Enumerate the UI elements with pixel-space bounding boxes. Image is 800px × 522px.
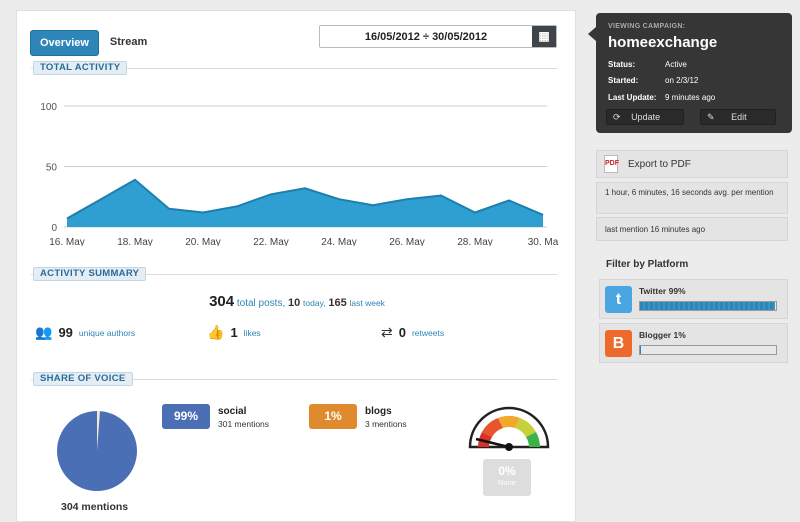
- avg-mention-time: 1 hour, 6 minutes, 16 seconds avg. per m…: [596, 182, 788, 214]
- date-range-picker[interactable]: 16/05/2012 ÷ 30/05/2012 ▦: [319, 25, 557, 48]
- authors-count: 99: [58, 325, 73, 340]
- refresh-icon: ⟳: [613, 112, 621, 122]
- activity-area: [67, 179, 543, 227]
- twitter-label: Twitter 99%: [639, 286, 686, 296]
- likes-count: 1: [230, 325, 238, 340]
- retweet-icon: ⇄: [381, 324, 393, 340]
- posts-summary: 304 total posts, 10 today, 165 last week: [17, 293, 577, 310]
- y-tick-label: 50: [46, 163, 58, 174]
- today-count: 10: [288, 297, 301, 309]
- campaign-name: homeexchange: [608, 34, 718, 51]
- social-pct-badge: 99%: [162, 404, 210, 429]
- blogs-label: blogs: [365, 406, 392, 417]
- retweets-count: 0: [398, 325, 406, 340]
- platform-twitter[interactable]: t Twitter 99%: [599, 279, 788, 319]
- x-tick-label: 18. May: [117, 237, 153, 246]
- section-title-share-of-voice: SHARE OF VOICE: [33, 372, 133, 386]
- gauge-pct: 0%: [498, 464, 516, 478]
- activity-chart: 0 50 100 16. May 18. May 20. May 22. May 24. M…: [40, 102, 559, 246]
- y-tick-label: 100: [40, 102, 57, 113]
- main-panel: Overview Stream 16/05/2012 ÷ 30/05/2012 …: [16, 10, 576, 522]
- blogger-label: Blogger 1%: [639, 330, 686, 340]
- last-mention: last mention 16 minutes ago: [596, 217, 788, 241]
- calendar-icon[interactable]: ▦: [532, 26, 556, 47]
- x-tick-label: 22. May: [253, 237, 289, 246]
- x-tick-label: 24. May: [321, 237, 357, 246]
- retweets-stat: ⇄ 0 retweets: [381, 324, 444, 341]
- x-tick-label: 16. May: [49, 237, 85, 246]
- campaign-status: Status: Active: [608, 60, 687, 69]
- pie-mentions-label: 304 mentions: [61, 501, 129, 513]
- total-posts-count: 304: [209, 293, 235, 310]
- authors-link[interactable]: unique authors: [79, 328, 135, 338]
- pdf-icon: PDF: [604, 155, 619, 173]
- likes-stat: 👍 1 likes: [207, 324, 261, 341]
- social-label: social: [218, 406, 247, 417]
- social-mentions: 301 mentions: [218, 419, 270, 429]
- x-tick-label: 28. May: [457, 237, 493, 246]
- last-week-count: 165: [328, 297, 347, 309]
- filter-platform-title: Filter by Platform: [606, 259, 689, 270]
- blogger-icon: B: [605, 330, 632, 357]
- x-tick-label: 30. Ma: [528, 237, 559, 246]
- today-link[interactable]: today,: [303, 298, 326, 308]
- blogger-bar: [639, 345, 777, 355]
- gauge-value-box: 0% None: [483, 459, 531, 496]
- campaign-panel: VIEWING CAMPAIGN: homeexchange Status: Ac…: [588, 13, 792, 133]
- tab-stream[interactable]: Stream: [101, 30, 156, 56]
- thumbs-up-icon: 👍: [207, 324, 225, 340]
- blogs-pct-badge: 1%: [309, 404, 357, 429]
- twitter-icon: t: [605, 286, 632, 313]
- retweets-link[interactable]: retweets: [412, 328, 444, 338]
- x-tick-label: 26. May: [389, 237, 425, 246]
- date-range-text: 16/05/2012 ÷ 30/05/2012: [364, 31, 488, 43]
- gauge-label: None: [498, 478, 516, 487]
- last-week-link[interactable]: last week: [350, 298, 385, 308]
- activity-summary-header: ACTIVITY SUMMARY: [31, 267, 557, 281]
- twitter-bar: [639, 301, 777, 311]
- authors-stat: 👥 99 unique authors: [35, 324, 135, 341]
- users-icon: 👥: [35, 324, 53, 340]
- platform-blogger[interactable]: B Blogger 1%: [599, 323, 788, 363]
- view-tabs: Overview Stream: [30, 30, 158, 56]
- total-activity-header: TOTAL ACTIVITY: [31, 61, 557, 75]
- pencil-icon: ✎: [707, 112, 715, 122]
- likes-link[interactable]: likes: [244, 328, 261, 338]
- total-posts-link[interactable]: total posts,: [237, 298, 285, 309]
- sentiment-gauge: [468, 406, 550, 451]
- campaign-header: VIEWING CAMPAIGN:: [608, 23, 686, 30]
- campaign-started: Started: on 2/3/12: [608, 76, 699, 85]
- section-title-activity-summary: ACTIVITY SUMMARY: [33, 267, 147, 281]
- share-of-voice-header: SHARE OF VOICE: [31, 372, 557, 386]
- tab-overview[interactable]: Overview: [30, 30, 99, 56]
- edit-button[interactable]: ✎ Edit: [700, 109, 776, 125]
- update-button[interactable]: ⟳ Update: [606, 109, 684, 125]
- section-title-total-activity: TOTAL ACTIVITY: [33, 61, 128, 75]
- share-pie-chart: [57, 410, 137, 491]
- blogs-mentions: 3 mentions: [365, 419, 407, 429]
- y-tick-label: 0: [51, 223, 57, 234]
- export-pdf-button[interactable]: PDF Export to PDF: [596, 150, 788, 178]
- campaign-last-update: Last Update: 9 minutes ago: [608, 93, 716, 102]
- x-tick-label: 20. May: [185, 237, 221, 246]
